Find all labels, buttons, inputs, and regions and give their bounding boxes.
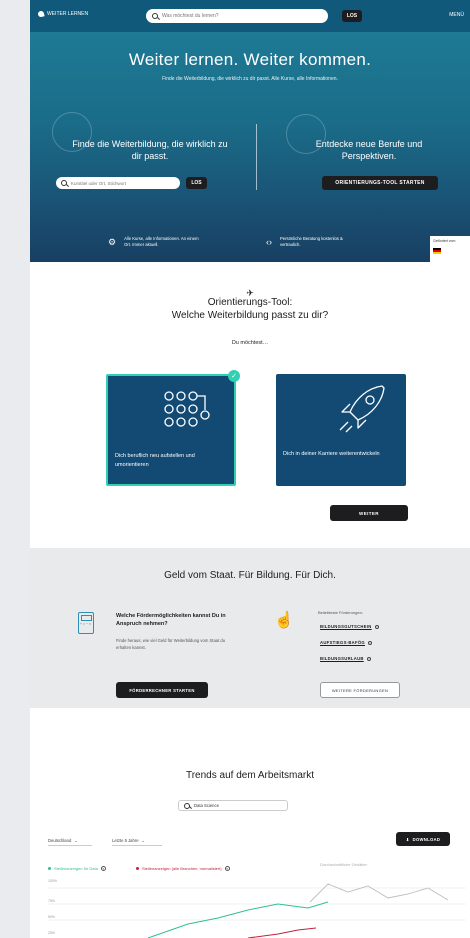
hero: Weiter lernen. Weiter kommen. Finde die … bbox=[30, 32, 470, 266]
network-icon bbox=[164, 391, 210, 427]
feature-advice-text: Persönliche Beratung kostenlos & vertrau… bbox=[280, 236, 343, 247]
info-icon bbox=[366, 656, 371, 661]
hero-search-input[interactable] bbox=[71, 180, 171, 186]
legend-dot bbox=[136, 867, 139, 870]
legend-item-data[interactable]: Stellenanzeigen für Data ? bbox=[48, 866, 106, 871]
funding-link-bildungsgutschein[interactable]: BILDUNGSGUTSCHEIN bbox=[320, 624, 379, 629]
download-button[interactable]: ⬇ DOWNLOAD bbox=[396, 832, 450, 846]
info-icon: ? bbox=[100, 866, 106, 871]
calculator-icon bbox=[78, 612, 94, 634]
legend-label: Durchschnittliche Gehälter bbox=[320, 862, 367, 867]
more-funding-button[interactable]: WEITERE FÖRDERUNGEN bbox=[320, 682, 400, 698]
hero-search-button[interactable]: LOS bbox=[186, 177, 207, 189]
y-tick: 75% bbox=[48, 899, 55, 903]
orientation-tool-button[interactable]: ORIENTIERUNGS-TOOL STARTEN bbox=[322, 176, 438, 190]
hero-search[interactable] bbox=[56, 177, 180, 189]
orientation-question: Du möchtest… bbox=[231, 340, 269, 346]
info-icon: ? bbox=[224, 866, 230, 871]
orientation-title: Orientierungs-Tool: Welche Weiterbildung… bbox=[30, 296, 470, 322]
trends-title: Trends auf dem Arbeitsmarkt bbox=[185, 770, 314, 781]
checkmark-icon: ✓ bbox=[228, 370, 240, 382]
funding-link-label: AUFSTIEGS-BAFÖG bbox=[320, 640, 365, 645]
trend-chart: 100% 75% 50% 25% bbox=[48, 879, 466, 938]
legend-label: Stellenanzeigen (alle Branchen, normalis… bbox=[142, 866, 222, 871]
funding-question: Welche Fördermöglichkeiten kannst Du in … bbox=[116, 613, 226, 627]
search-icon bbox=[152, 13, 158, 19]
hero-divider bbox=[256, 124, 257, 190]
nav-search-input[interactable] bbox=[162, 13, 312, 19]
funding-link-bildungsurlaub[interactable]: BILDUNGSURLAUB bbox=[320, 656, 371, 661]
logo-text: WEITER LERNEN bbox=[47, 11, 89, 17]
hand-coins-icon: ☝ bbox=[274, 612, 294, 629]
funding-link-aufstiegs-bafoeg[interactable]: AUFSTIEGS-BAFÖG bbox=[320, 640, 372, 645]
hero-title: Weiter lernen. Weiter kommen. bbox=[128, 50, 372, 69]
next-button[interactable]: WEITER bbox=[330, 505, 408, 521]
chevron-down-icon: ⌄ bbox=[74, 838, 78, 843]
series-all bbox=[247, 927, 317, 938]
y-tick: 100% bbox=[48, 879, 57, 883]
hero-left-title: Finde die Weiterbildung, die wirklich zu… bbox=[72, 139, 228, 161]
funding-link-label: BILDUNGSGUTSCHEIN bbox=[320, 624, 372, 629]
trends-search-input[interactable] bbox=[194, 803, 284, 808]
funding-calculator-button[interactable]: FÖRDERRECHNER STARTEN bbox=[116, 682, 208, 698]
download-label: DOWNLOAD bbox=[412, 836, 441, 842]
region-dropdown[interactable]: Deutschland ⌄ bbox=[48, 838, 92, 846]
legend-label: Stellenanzeigen für Data bbox=[54, 866, 98, 871]
legend-dot bbox=[48, 867, 51, 870]
search-icon bbox=[61, 180, 67, 186]
option-card-career[interactable]: Dich in deiner Karriere weiterentwickeln bbox=[276, 374, 406, 486]
info-icon bbox=[374, 624, 379, 629]
legend-item-all[interactable]: Stellenanzeigen (alle Branchen, normalis… bbox=[136, 866, 230, 871]
chevron-down-icon: ⌄ bbox=[141, 838, 146, 843]
y-tick: 50% bbox=[48, 915, 55, 919]
menu-button[interactable]: MENÜ bbox=[449, 12, 464, 18]
funding-title: Geld vom Staat. Für Bildung. Für Dich. bbox=[164, 570, 336, 581]
search-icon bbox=[184, 802, 190, 809]
funding-link-label: BILDUNGSURLAUB bbox=[320, 656, 364, 661]
orientation-title-line-1: Orientierungs-Tool: bbox=[207, 297, 293, 308]
badge-title: Gefördert vom bbox=[433, 239, 456, 243]
funding-list-heading: Beliebteste Förderungen: bbox=[318, 610, 363, 615]
feature-advice: ‹› Persönliche Beratung kostenlos & vert… bbox=[266, 236, 360, 248]
y-tick: 25% bbox=[48, 931, 55, 935]
ministry-badge: Gefördert vom bbox=[430, 236, 470, 266]
graduation-cap-icon: ⚙ bbox=[108, 237, 117, 247]
option-card-reorient-label: Dich beruflich neu aufstellen und umorie… bbox=[115, 453, 195, 468]
trends-search[interactable] bbox=[178, 800, 288, 811]
funding-section: Geld vom Staat. Für Bildung. Für Dich. W… bbox=[30, 548, 470, 708]
nav-search-button[interactable]: LOS bbox=[342, 10, 362, 22]
info-icon bbox=[367, 640, 372, 645]
federal-eagle-icon bbox=[433, 248, 441, 254]
legend-item-salary[interactable]: Durchschnittliche Gehälter bbox=[320, 862, 390, 868]
feature-courses: ⚙ Alle Kurse, alle Informationen. An ein… bbox=[108, 236, 204, 248]
code-brackets-icon: ‹› bbox=[266, 237, 272, 247]
logo[interactable]: WEITER LERNEN bbox=[37, 10, 89, 18]
region-dropdown-value: Deutschland bbox=[48, 838, 72, 843]
funding-text: Finde heraus, wie viel Geld für Weiterbi… bbox=[116, 638, 226, 650]
logo-icon bbox=[37, 10, 45, 18]
option-card-career-label: Dich in deiner Karriere weiterentwickeln bbox=[283, 451, 380, 457]
option-card-reorient[interactable]: ✓ Dich beruflich neu aufstellen und umor… bbox=[106, 370, 240, 486]
hero-right-title: Entdecke neue Berufe und Perspektiven. bbox=[315, 139, 423, 161]
series-salary bbox=[309, 883, 449, 903]
top-nav: WEITER LERNEN LOS MENÜ bbox=[30, 0, 470, 32]
download-icon: ⬇ bbox=[405, 836, 410, 842]
rocket-icon bbox=[339, 385, 385, 433]
period-dropdown[interactable]: Letzte 5 Jahre ⌄ bbox=[112, 838, 162, 846]
hero-subtitle: Finde die Weiterbildung, die wirklich zu… bbox=[162, 76, 338, 82]
feature-courses-text: Alle Kurse, alle Informationen. An einem… bbox=[124, 236, 199, 247]
period-dropdown-value: Letzte 5 Jahre bbox=[112, 838, 139, 843]
page: WEITER LERNEN LOS MENÜ Weiter lernen. We… bbox=[30, 0, 470, 938]
orientation-title-line-2: Welche Weiterbildung passt zu dir? bbox=[171, 310, 329, 321]
nav-search[interactable] bbox=[146, 9, 328, 23]
